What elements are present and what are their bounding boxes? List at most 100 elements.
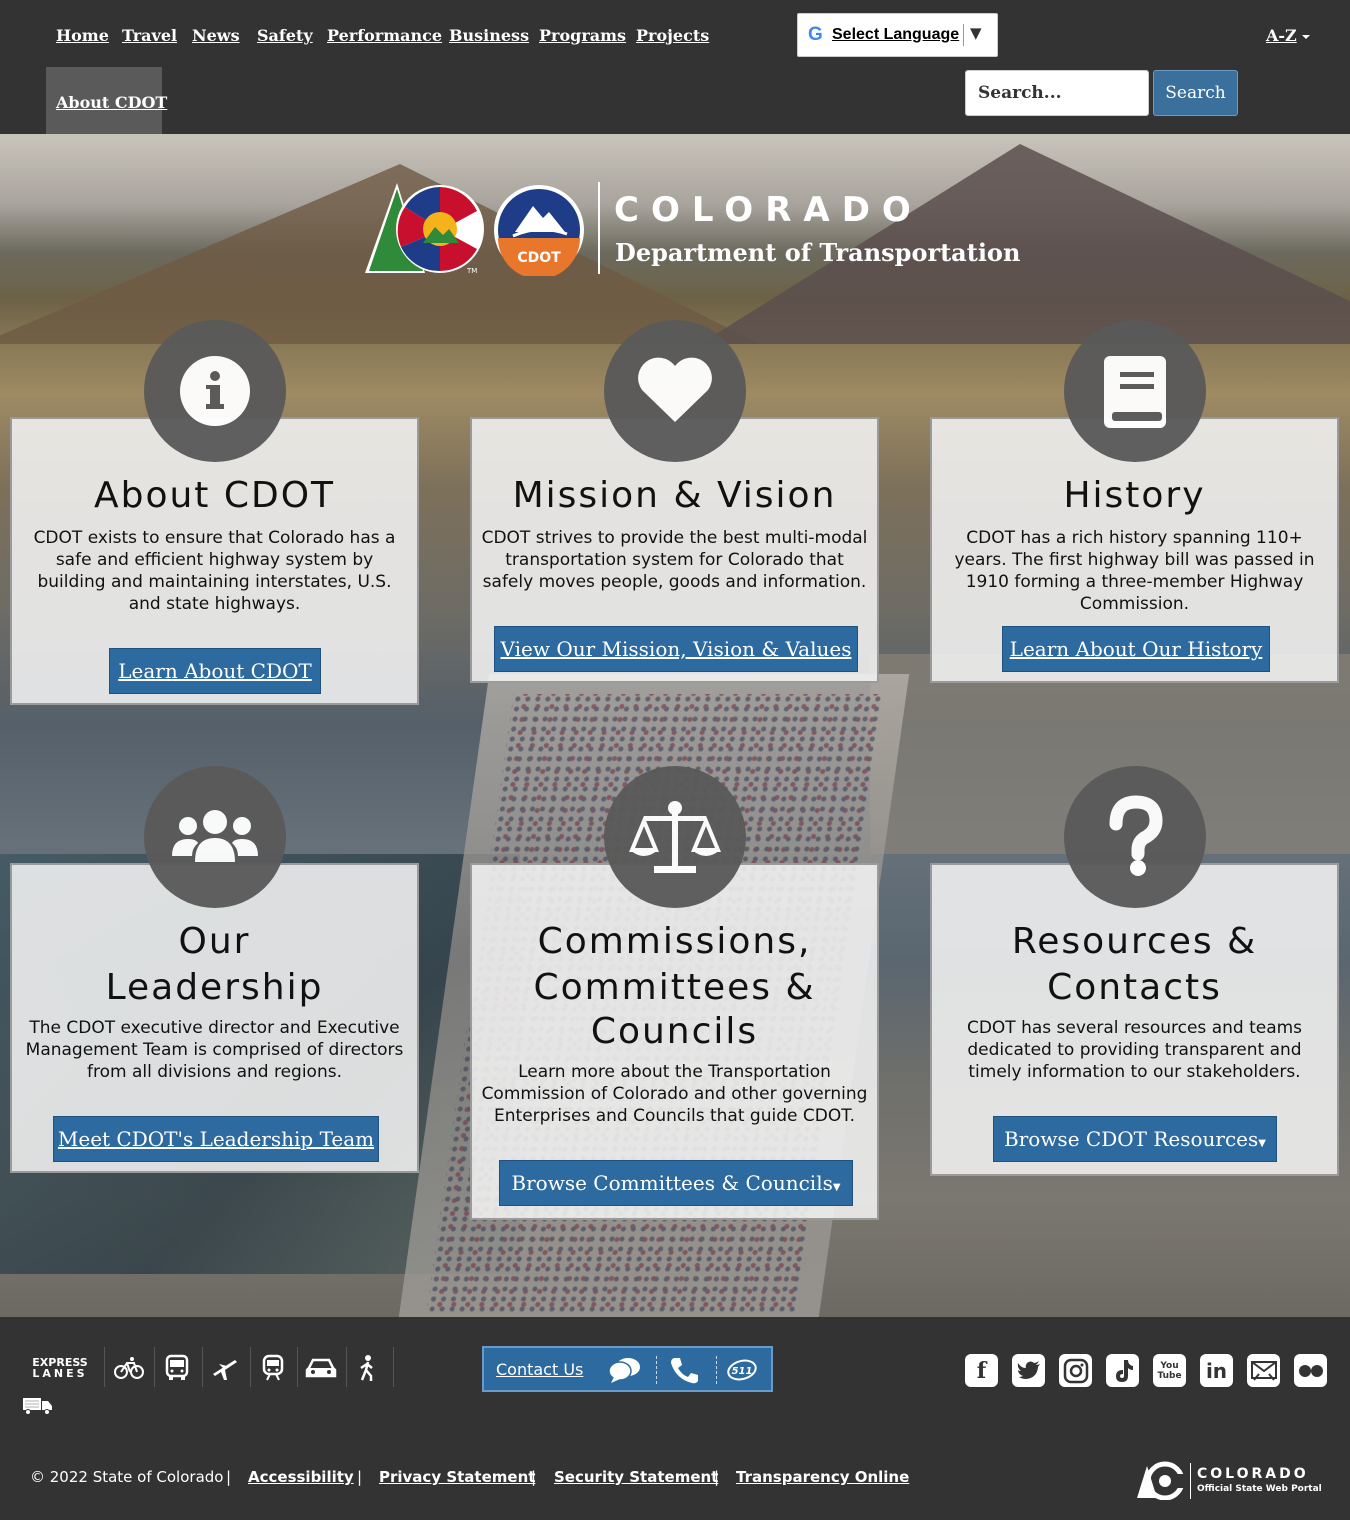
youtube-icon[interactable]: You Tube: [1153, 1354, 1186, 1387]
chat-icon[interactable]: [608, 1355, 642, 1385]
top-navigation-bar: Home Travel News Safety Performance Busi…: [0, 0, 1350, 139]
card-title-line-2: Leadership: [105, 967, 324, 1008]
card-description: CDOT exists to ensure that Colorado has …: [33, 528, 396, 614]
colorado-portal-title[interactable]: COLORADO: [1197, 1466, 1309, 1482]
card-title: Mission & Vision: [512, 475, 837, 516]
car-icon[interactable]: [302, 1350, 340, 1386]
train-icon[interactable]: [256, 1350, 290, 1386]
nav-travel-link[interactable]: Travel: [122, 26, 177, 45]
cdot-badge-logo: CDOT: [494, 185, 584, 276]
card-description: CDOT has several resources and teams ded…: [966, 1018, 1303, 1082]
card-title: About CDOT: [93, 475, 336, 516]
transparency-online-link[interactable]: Transparency Online: [736, 1468, 909, 1486]
dropdown-arrow-icon[interactable]: ▼: [970, 24, 982, 42]
footer-separator: |: [226, 1468, 232, 1486]
footer-separator: |: [531, 1468, 537, 1486]
heart-icon: [638, 357, 712, 422]
resources-contacts-card: Resources & Contacts CDOT has several re…: [930, 863, 1339, 1176]
accessibility-link[interactable]: Accessibility: [248, 1468, 354, 1486]
nav-performance-link[interactable]: Performance: [327, 26, 442, 45]
view-mission-vision-values-button[interactable]: View Our Mission, Vision & Values: [494, 626, 858, 672]
pedestrian-icon[interactable]: [352, 1350, 382, 1386]
linkedin-icon[interactable]: in: [1200, 1354, 1233, 1387]
balance-scale-icon-circle: [604, 766, 746, 908]
nav-about-cdot-link[interactable]: About CDOT: [56, 93, 167, 112]
twitter-icon[interactable]: t: [1012, 1354, 1045, 1387]
card-description: CDOT has a rich history spanning 110+ ye…: [954, 528, 1315, 614]
bus-icon[interactable]: [160, 1350, 194, 1386]
users-icon-circle: [144, 766, 286, 908]
express-lanes-icon[interactable]: EXPRESS LANES: [26, 1350, 94, 1386]
email-icon[interactable]: email: [1247, 1354, 1280, 1387]
book-icon: [1104, 356, 1166, 428]
flickr-icon[interactable]: flickr: [1294, 1354, 1327, 1387]
balance-scale-icon: [629, 801, 721, 873]
info-icon-circle: [144, 320, 286, 462]
browse-cdot-resources-dropdown[interactable]: Browse CDOT Resources▼: [993, 1116, 1277, 1162]
card-title-line-2: Committees &: [533, 967, 816, 1008]
info-icon: [180, 356, 250, 426]
footer-separator: |: [714, 1468, 720, 1486]
card-description: Learn more about the Transportation Comm…: [481, 1062, 868, 1126]
question-icon: [1109, 795, 1163, 876]
youtube-icon-label: You Tube: [1157, 1360, 1182, 1381]
security-statement-link[interactable]: Security Statement: [554, 1468, 718, 1486]
card-title-line-1: Resources &: [1011, 921, 1258, 962]
nav-business-link[interactable]: Business: [449, 26, 529, 45]
book-icon-circle: [1064, 320, 1206, 462]
card-title: History: [1063, 475, 1206, 516]
az-index-link[interactable]: A-Z: [1266, 26, 1297, 45]
instagram-icon[interactable]: ig: [1059, 1354, 1092, 1387]
phone-icon[interactable]: [668, 1355, 700, 1385]
caret-down-icon: ▼: [1258, 1138, 1266, 1149]
nav-programs-link[interactable]: Programs: [539, 26, 626, 45]
logo-divider: [598, 182, 600, 274]
logo-colorado-wordmark: COLORADO: [614, 190, 923, 230]
nav-about-cdot-tab[interactable]: About CDOT: [46, 67, 167, 139]
privacy-statement-link[interactable]: Privacy Statement: [379, 1468, 535, 1486]
linkedin-icon-glyph: in: [1205, 1358, 1228, 1383]
colorado-portal-subtitle: Official State Web Portal: [1197, 1484, 1322, 1494]
footer-separator: |: [357, 1468, 363, 1486]
learn-about-cdot-button[interactable]: Learn About CDOT: [109, 648, 321, 694]
browse-committees-councils-label: Browse Committees & Councils: [511, 1171, 833, 1195]
bicycle-icon[interactable]: [112, 1350, 146, 1386]
users-icon: [172, 810, 258, 862]
language-selector[interactable]: G Select Language ▼: [797, 13, 998, 57]
nav-home-link[interactable]: Home: [56, 26, 109, 45]
nav-news-link[interactable]: News: [192, 26, 240, 45]
contact-us-link[interactable]: Contact Us: [496, 1360, 583, 1379]
meet-leadership-team-button[interactable]: Meet CDOT's Leadership Team: [53, 1116, 379, 1162]
card-title-line-2: Contacts: [1047, 967, 1222, 1008]
language-selector-divider: [963, 24, 964, 46]
learn-about-history-button[interactable]: Learn About Our History: [1002, 626, 1270, 672]
airplane-icon[interactable]: [208, 1350, 242, 1386]
question-icon-circle: [1064, 766, 1206, 908]
facebook-icon[interactable]: f: [965, 1354, 998, 1387]
browse-cdot-resources-label: Browse CDOT Resources: [1004, 1127, 1259, 1151]
contact-us-box: Contact Us 511: [482, 1346, 773, 1392]
nav-safety-link[interactable]: Safety: [257, 26, 313, 45]
cdot-badge-text: CDOT: [517, 250, 561, 266]
card-description: CDOT strives to provide the best multi-m…: [481, 528, 868, 592]
truck-icon[interactable]: [22, 1394, 54, 1418]
card-description: The CDOT executive director and Executiv…: [25, 1018, 404, 1082]
511-icon[interactable]: 511: [726, 1358, 758, 1382]
heart-icon-circle: [604, 320, 746, 462]
511-label: 511: [732, 1366, 753, 1377]
search-button[interactable]: Search: [1153, 70, 1238, 116]
logo-department-name: Department of Transportation: [615, 238, 1021, 267]
nav-projects-link[interactable]: Projects: [636, 26, 709, 45]
card-title-line-1: Our: [178, 921, 251, 962]
tiktok-icon[interactable]: tt: [1106, 1354, 1139, 1387]
card-title-line-1: Commissions,: [537, 921, 812, 962]
colorado-portal-logo-icon[interactable]: [1137, 1460, 1185, 1500]
search-input[interactable]: [965, 70, 1149, 116]
commissions-committees-councils-card: Commissions, Committees & Councils Learn…: [470, 863, 879, 1220]
language-selector-label[interactable]: Select Language: [832, 26, 959, 44]
browse-committees-councils-dropdown[interactable]: Browse Committees & Councils▼: [499, 1160, 853, 1206]
card-title-line-3: Councils: [590, 1011, 759, 1052]
express-lanes-label-line-2: LANES: [32, 1367, 88, 1380]
caret-down-icon: ▼: [832, 1182, 841, 1193]
google-icon: G: [808, 24, 823, 45]
